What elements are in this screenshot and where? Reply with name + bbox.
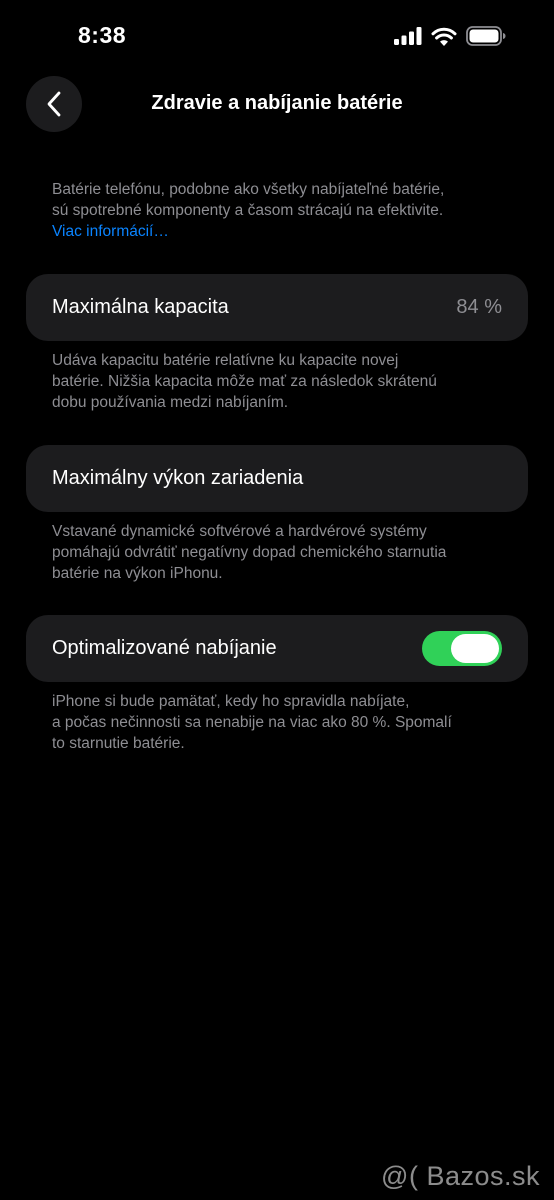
page-title: Zdravie a nabíjanie batérie [151,92,403,114]
footnote-line: Vstavané dynamické softvérové a hardvéro… [52,523,427,540]
optimized-charging-label: Optimalizované nabíjanie [52,637,277,659]
footnote-line: pomáhajú odvrátiť negatívny dopad chemic… [52,544,447,561]
intro-text: Batérie telefónu, podobne ako všetky nab… [52,179,522,242]
peak-performance-footnote: Vstavané dynamické softvérové a hardvéro… [52,521,522,584]
toggle-knob [451,634,499,663]
footnote-line: Udáva kapacitu batérie relatívne ku kapa… [52,352,399,369]
max-capacity-footnote: Udáva kapacitu batérie relatívne ku kapa… [52,350,522,413]
footnote-line: iPhone si bude pamätať, kedy ho spravidl… [52,693,410,710]
battery-icon [466,26,506,46]
navigation-bar: Zdravie a nabíjanie batérie [0,76,554,134]
signal-icon [394,27,422,45]
footnote-line: batérie na výkon iPhonu. [52,565,223,582]
intro-line: sú spotrebné komponenty a časom strácajú… [52,202,444,219]
optimized-charging-toggle[interactable] [422,631,502,666]
status-icons [394,26,506,46]
wifi-icon [431,27,457,46]
status-bar: 8:38 [0,0,554,70]
peak-performance-row: Maximálny výkon zariadenia [26,445,528,512]
optimized-charging-footnote: iPhone si bude pamätať, kedy ho spravidl… [52,691,522,754]
intro-line: Batérie telefónu, podobne ako všetky nab… [52,181,445,198]
watermark: @( Bazos.sk [381,1161,540,1191]
max-capacity-value: 84 % [456,296,502,318]
max-capacity-row: Maximálna kapacita 84 % [26,274,528,341]
footnote-line: to starnutie batérie. [52,735,185,752]
footnote-line: batérie. Nižšia kapacita môže mať za nás… [52,373,437,390]
status-time: 8:38 [78,22,127,48]
learn-more-link[interactable]: Viac informácií… [52,221,522,242]
footnote-line: a počas nečinnosti sa nenabije na viac a… [52,714,452,731]
peak-performance-label: Maximálny výkon zariadenia [52,467,304,489]
optimized-charging-row: Optimalizované nabíjanie [26,615,528,682]
screen: 8:38 Zdravie a nabíjanie batérie Batérie… [0,0,554,1200]
footnote-line: dobu používania medzi nabíjaním. [52,394,289,411]
max-capacity-label: Maximálna kapacita [52,296,229,318]
